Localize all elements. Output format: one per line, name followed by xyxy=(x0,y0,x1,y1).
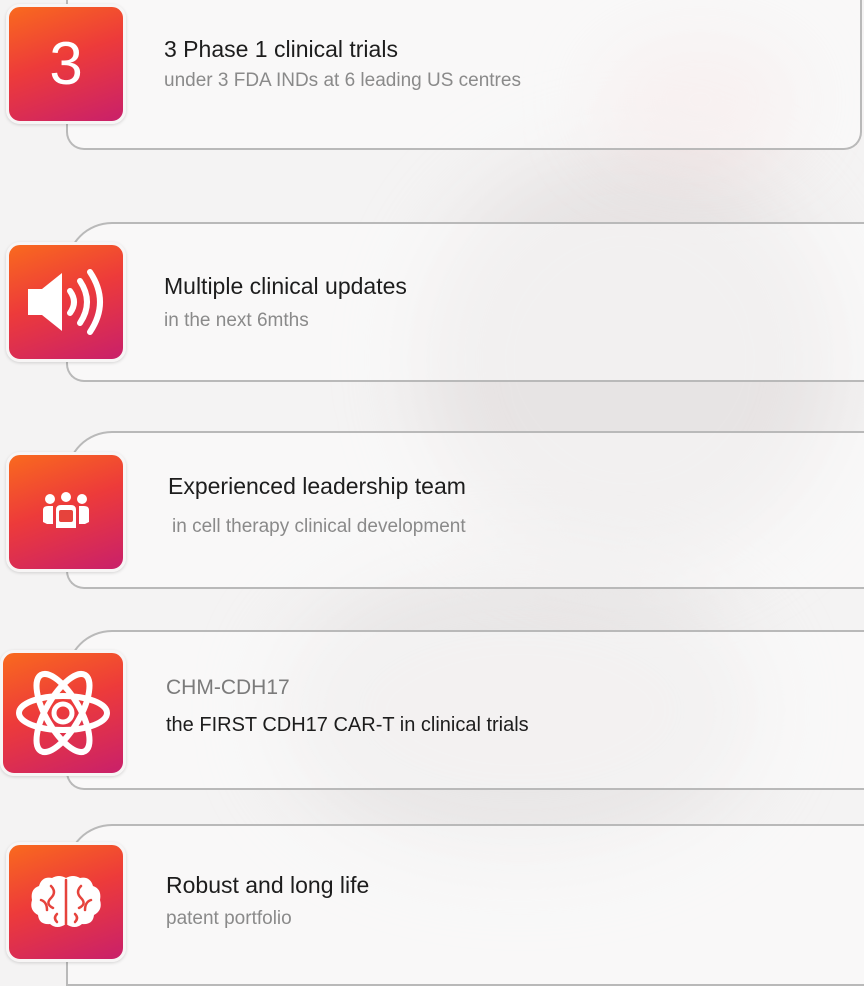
card-title: 3 Phase 1 clinical trials xyxy=(164,36,398,62)
brain-badge xyxy=(6,842,126,962)
card-subtitle: in the next 6mths xyxy=(164,310,309,331)
card-subtitle: the FIRST CDH17 CAR-T in clinical trials xyxy=(166,714,529,736)
card-subtitle: patent portfolio xyxy=(166,908,292,929)
card-subtitle: in cell therapy clinical development xyxy=(172,516,466,537)
atom-icon xyxy=(16,670,110,756)
team-badge xyxy=(6,452,126,572)
speaker-icon xyxy=(28,269,103,335)
atom-badge xyxy=(0,650,126,776)
brain-icon xyxy=(31,876,101,927)
card-subtitle: under 3 FDA INDs at 6 leading US centres xyxy=(164,70,521,91)
highlight-card-cdh17 xyxy=(66,630,864,790)
highlight-card-updates xyxy=(66,222,864,382)
team-icon xyxy=(43,492,89,528)
highlight-card-patents xyxy=(66,824,864,986)
speaker-badge xyxy=(6,242,126,362)
card-title: Experienced leadership team xyxy=(168,473,466,499)
number-badge: 3 xyxy=(6,4,126,124)
card-title: Multiple clinical updates xyxy=(164,273,407,299)
card-title: Robust and long life xyxy=(166,872,370,898)
highlight-card-leadership xyxy=(66,431,864,589)
badge-number: 3 xyxy=(49,30,83,97)
card-title: CHM-CDH17 xyxy=(166,676,290,699)
